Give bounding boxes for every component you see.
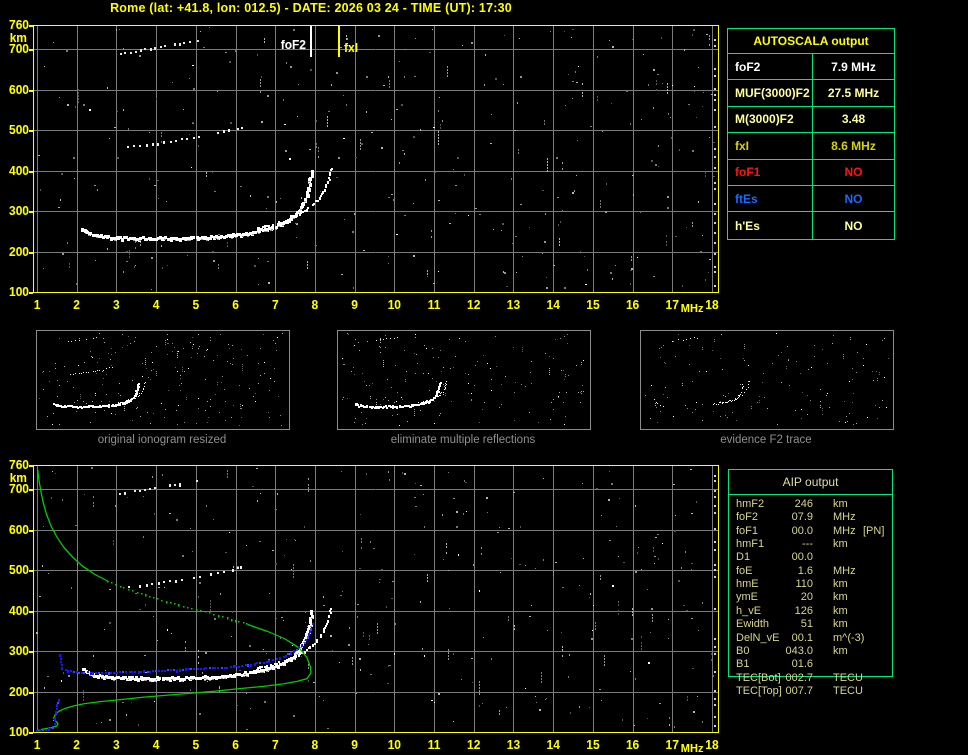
aip-row-unit: km (833, 591, 848, 604)
param-name: M(3000)F2 (728, 106, 813, 133)
aip-row-value: 002.7 (785, 671, 813, 684)
thumbnail-original-ionogram (36, 330, 290, 430)
param-name: MUF(3000)F2 (728, 80, 813, 106)
aip-row: Ewidth 51 km (729, 618, 892, 631)
aip-row-label: B0 (736, 644, 750, 657)
aip-row-unit: TECU (833, 671, 863, 684)
aip-row: ymE 20 km (729, 591, 892, 604)
thumbnail-evidence-f2 (640, 330, 894, 430)
param-value: 7.9 MHz (831, 59, 876, 74)
aip-row-value: 126 (794, 604, 813, 617)
thumbnail-label-evidence: evidence F2 trace (720, 434, 812, 446)
aip-row-value: --- (802, 538, 813, 551)
aip-row-unit: MHz (833, 511, 856, 524)
aip-row-value: 110 (795, 578, 813, 591)
autoscala-table: AUTOSCALA output foF2 7.9 MHz MUF(3000)F2 2… (727, 28, 895, 240)
aip-row-unit: km (833, 604, 848, 617)
aip-row-value: 01.6 (791, 658, 813, 671)
aip-row-value: 246 (794, 498, 813, 510)
page-title: Rome (lat: +41.8, lon: 012.5) - DATE: 20… (110, 1, 512, 15)
aip-row-unit: km (833, 538, 848, 551)
aip-row-unit: km (833, 578, 848, 591)
aip-row-label: foF1 (736, 524, 759, 537)
aip-row: B0 043.0 km (729, 645, 892, 658)
param-name: ftEs (728, 186, 813, 212)
aip-row-label: hmE (736, 578, 759, 591)
aip-row: foF1 00.0 MHz [PN] (729, 525, 892, 538)
param-name: fxI (728, 133, 813, 159)
thumbnail-evidence-canvas (641, 331, 891, 427)
autoscala-row: foF1 NO (728, 159, 894, 186)
bottom-ionogram-chart (0, 458, 730, 754)
aip-row-value: 00.0 (791, 524, 813, 537)
aip-row-value: 007.7 (785, 684, 813, 697)
aip-row-value: 1.6 (797, 564, 813, 577)
autoscala-row: M(3000)F2 3.48 (728, 106, 894, 134)
aip-row: hmF2 246 km (729, 498, 892, 511)
autoscala-row: h'Es NO (728, 212, 894, 239)
aip-row-unit: MHz (833, 564, 856, 577)
param-name: foF2 (728, 54, 813, 80)
param-value: NO (844, 218, 863, 233)
thumbnail-label-original: original ionogram resized (97, 434, 227, 446)
aip-row: B1 01.6 (729, 658, 892, 671)
aip-row: TEC[Top] 007.7 TECU (729, 685, 892, 698)
autoscala-row: ftEs NO (728, 186, 894, 213)
aip-row-unit: MHz (833, 524, 856, 537)
autoscala-row: fxI 8.6 MHz (728, 133, 894, 160)
aip-row-value: 51 (800, 618, 813, 631)
aip-row-label: hmF1 (736, 538, 765, 551)
autoscala-row: foF2 7.9 MHz (728, 54, 894, 81)
aip-row-unit: TECU (833, 684, 863, 697)
aip-row-value: 00.1 (791, 631, 813, 644)
aip-row-unit: km (833, 498, 848, 510)
aip-row-value: 07.9 (791, 511, 813, 524)
aip-row-label: B1 (736, 658, 750, 671)
param-value: NO (844, 191, 863, 206)
top-ionogram-chart (0, 18, 730, 314)
aip-table: AIP output hmF2 246 km foF2 07.9 MHz foF1 00.0 M… (728, 469, 893, 697)
aip-row-label: D1 (736, 551, 751, 564)
thumbnail-original-canvas (37, 331, 287, 427)
aip-row-label: foE (736, 564, 753, 577)
aip-row: hmF1 --- km (729, 538, 892, 551)
aip-row: D1 00.0 (729, 551, 892, 564)
aip-row-value: 20 (800, 591, 813, 604)
aip-row-unit: m^(-3) (833, 631, 865, 644)
thumbnail-eliminate-canvas (338, 331, 588, 427)
aip-row-unit: km (833, 618, 848, 631)
aip-row: h_vE 126 km (729, 605, 892, 618)
param-value: 27.5 MHz (827, 86, 880, 101)
aip-row-value: 043.0 (785, 644, 813, 657)
aip-row: DelN_vE 00.1 m^(-3) (729, 632, 892, 645)
thumbnail-label-eliminate: eliminate multiple reflections (390, 434, 536, 446)
param-value: 8.6 MHz (831, 138, 876, 153)
autoscala-table-header: AUTOSCALA output (728, 29, 894, 54)
param-name: h'Es (728, 212, 813, 239)
thumbnail-eliminate-reflections (337, 330, 591, 430)
aip-row: hmE 110 km (729, 578, 892, 591)
aip-row-unit: km (833, 644, 848, 657)
aip-row-extra: [PN] (863, 524, 885, 537)
param-value: 3.48 (841, 112, 866, 127)
param-name: foF1 (728, 159, 813, 185)
aip-row-label: h_vE (736, 604, 762, 617)
aip-row-label: ymE (736, 591, 758, 604)
autoscala-screen: Rome (lat: +41.8, lon: 012.5) - DATE: 20… (0, 0, 968, 755)
aip-table-header: AIP output (729, 470, 892, 495)
aip-row-label: hmF2 (736, 498, 765, 510)
aip-row: TEC[Bot] 002.7 TECU (729, 672, 892, 685)
autoscala-row: MUF(3000)F2 27.5 MHz (728, 80, 894, 107)
aip-row-value: 00.0 (791, 551, 813, 564)
param-value: NO (844, 165, 863, 180)
aip-row: foE 1.6 MHz (729, 565, 892, 578)
aip-row: foF2 07.9 MHz (729, 511, 892, 524)
aip-row-label: foF2 (736, 511, 759, 524)
